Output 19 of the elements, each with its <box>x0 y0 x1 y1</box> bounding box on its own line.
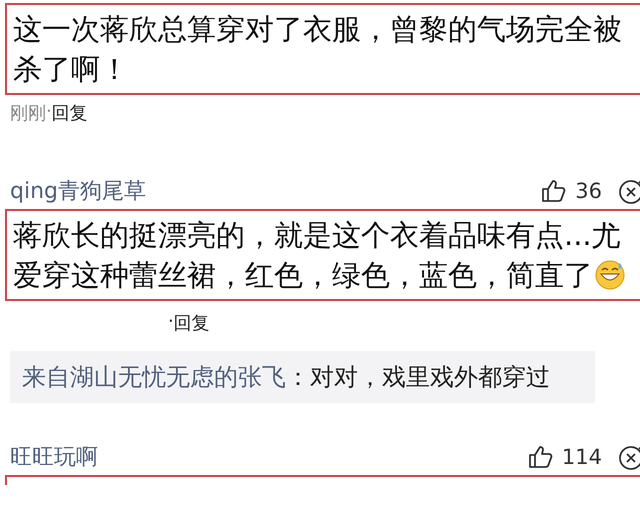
reply-text: ：对对，戏里戏外都穿过 <box>286 363 550 391</box>
comment-text: 这一次蒋欣总算穿对了衣服，曾黎的气场完全被 <box>13 11 622 48</box>
dislike-icon[interactable] <box>618 444 640 470</box>
username[interactable]: 旺旺玩啊 <box>10 442 98 472</box>
reply-link[interactable]: 回复 <box>174 311 210 341</box>
separator-dot: · <box>46 101 52 124</box>
comment-text: 爱穿这种蕾丝裙，红色，绿色，蓝色，简直了 <box>13 257 593 294</box>
dislike-icon[interactable] <box>618 178 640 204</box>
reply-author[interactable]: 来自湖山无忧无虑的张飞 <box>22 363 286 391</box>
like-count: 36 <box>575 179 602 203</box>
like-count: 114 <box>562 445 602 469</box>
thumbs-up-icon[interactable] <box>541 178 568 204</box>
reply-link[interactable]: 回复 <box>52 101 88 141</box>
username[interactable]: qing青狗尾草 <box>10 176 146 206</box>
separator-dot: · <box>168 311 174 334</box>
comment-text: 杀了啊！ <box>13 51 129 88</box>
comment-text: 蒋欣长的挺漂亮的，就是这个衣着品味有点...尤 <box>13 217 621 254</box>
timestamp: 刚刚 <box>10 102 46 126</box>
thumbs-up-icon[interactable] <box>528 444 554 470</box>
